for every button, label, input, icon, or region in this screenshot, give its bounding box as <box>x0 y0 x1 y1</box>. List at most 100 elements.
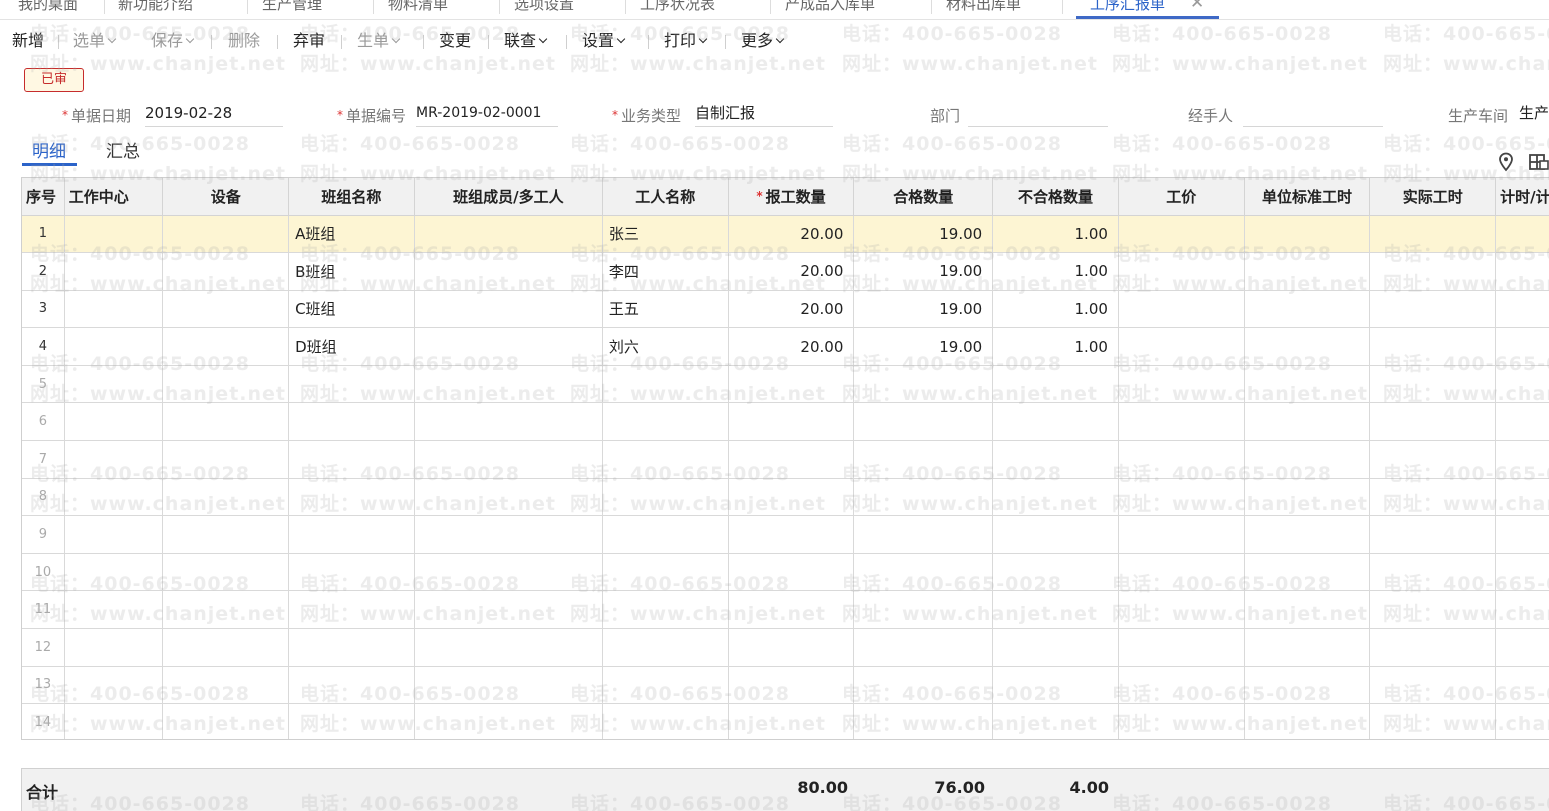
empty-cell[interactable] <box>288 666 415 705</box>
empty-cell[interactable] <box>1369 590 1497 630</box>
empty-cell[interactable] <box>1118 365 1245 404</box>
empty-cell[interactable] <box>64 703 164 739</box>
empty-cell[interactable] <box>162 590 290 630</box>
empty-cell[interactable] <box>853 590 994 630</box>
team-members-cell[interactable] <box>414 327 603 366</box>
empty-cell[interactable] <box>853 703 994 739</box>
work-center-cell[interactable] <box>64 215 164 254</box>
tab-production-management[interactable]: 生产管理 <box>262 0 322 16</box>
team-members-cell[interactable] <box>414 215 603 254</box>
empty-cell[interactable] <box>64 402 164 442</box>
empty-cell[interactable] <box>728 666 855 705</box>
empty-cell[interactable] <box>602 515 729 554</box>
timing-cell[interactable] <box>1495 327 1549 366</box>
empty-cell[interactable] <box>1118 628 1245 667</box>
worker-name-cell[interactable]: 王五 <box>602 290 729 329</box>
empty-cell[interactable] <box>1369 666 1497 705</box>
empty-cell[interactable] <box>162 365 290 404</box>
actual-hours-cell[interactable] <box>1369 290 1497 329</box>
std-hours-cell[interactable] <box>1244 252 1371 291</box>
empty-cell[interactable] <box>1495 440 1549 479</box>
empty-cell[interactable] <box>728 402 855 442</box>
empty-cell[interactable] <box>992 515 1119 554</box>
empty-cell[interactable] <box>728 553 855 592</box>
empty-cell[interactable] <box>1244 703 1371 739</box>
unqualified-qty-cell[interactable]: 1.00 <box>992 252 1119 291</box>
empty-cell[interactable] <box>602 440 729 479</box>
column-header[interactable]: 工人名称 <box>602 178 729 216</box>
empty-cell[interactable] <box>1369 553 1497 592</box>
empty-cell[interactable] <box>602 703 729 739</box>
empty-cell[interactable] <box>1118 553 1245 592</box>
empty-cell[interactable] <box>162 703 290 739</box>
table-row[interactable]: 7 <box>22 440 1549 479</box>
empty-cell[interactable] <box>728 515 855 554</box>
empty-cell[interactable] <box>64 440 164 479</box>
empty-cell[interactable] <box>992 365 1119 404</box>
equipment-cell[interactable] <box>162 290 290 329</box>
empty-cell[interactable] <box>602 402 729 442</box>
equipment-cell[interactable] <box>162 215 290 254</box>
empty-cell[interactable] <box>1495 478 1549 517</box>
empty-cell[interactable] <box>162 553 290 592</box>
work-center-cell[interactable] <box>64 252 164 291</box>
timing-cell[interactable] <box>1495 290 1549 329</box>
empty-cell[interactable] <box>1495 553 1549 592</box>
empty-cell[interactable] <box>728 628 855 667</box>
std-hours-cell[interactable] <box>1244 290 1371 329</box>
tab-detail[interactable]: 明细 <box>32 137 66 162</box>
empty-cell[interactable] <box>64 590 164 630</box>
empty-cell[interactable] <box>1369 628 1497 667</box>
tab-bill-of-materials[interactable]: 物料清单 <box>388 0 448 16</box>
empty-cell[interactable] <box>1118 666 1245 705</box>
empty-cell[interactable] <box>1244 478 1371 517</box>
empty-cell[interactable] <box>1118 590 1245 630</box>
empty-cell[interactable] <box>728 703 855 739</box>
business-type-field[interactable]: 自制汇报 <box>695 102 833 127</box>
table-row[interactable]: 2 B班组 李四 20.00 19.00 1.00 <box>22 252 1549 291</box>
equipment-cell[interactable] <box>162 327 290 366</box>
empty-cell[interactable] <box>1244 515 1371 554</box>
save-button[interactable]: 保存 <box>151 30 195 52</box>
worker-name-cell[interactable]: 刘六 <box>602 327 729 366</box>
empty-cell[interactable] <box>162 666 290 705</box>
actual-hours-cell[interactable] <box>1369 252 1497 291</box>
timing-cell[interactable] <box>1495 215 1549 254</box>
table-row[interactable]: 5 <box>22 365 1549 404</box>
empty-cell[interactable] <box>64 666 164 705</box>
unqualified-qty-cell[interactable]: 1.00 <box>992 215 1119 254</box>
empty-cell[interactable] <box>1244 553 1371 592</box>
empty-cell[interactable] <box>414 478 603 517</box>
new-button[interactable]: 新增 <box>12 30 44 52</box>
qualified-qty-cell[interactable]: 19.00 <box>853 290 994 329</box>
qualified-qty-cell[interactable]: 19.00 <box>853 327 994 366</box>
equipment-cell[interactable] <box>162 252 290 291</box>
worker-name-cell[interactable]: 李四 <box>602 252 729 291</box>
empty-cell[interactable] <box>1369 365 1497 404</box>
empty-cell[interactable] <box>853 628 994 667</box>
team-members-cell[interactable] <box>414 290 603 329</box>
column-header[interactable]: 设备 <box>162 178 290 216</box>
table-row[interactable]: 1 A班组 张三 20.00 19.00 1.00 <box>22 215 1549 254</box>
unqualified-qty-cell[interactable]: 1.00 <box>992 290 1119 329</box>
empty-cell[interactable] <box>602 553 729 592</box>
empty-cell[interactable] <box>1118 478 1245 517</box>
empty-cell[interactable] <box>1118 515 1245 554</box>
tab-finished-goods-receipt[interactable]: 产成品入库单 <box>785 0 875 16</box>
qualified-qty-cell[interactable]: 19.00 <box>853 252 994 291</box>
report-qty-cell[interactable]: 20.00 <box>728 252 855 291</box>
empty-cell[interactable] <box>992 440 1119 479</box>
column-header[interactable]: 计时/计 <box>1495 178 1549 216</box>
empty-cell[interactable] <box>162 478 290 517</box>
linked-query-button[interactable]: 联查 <box>504 30 548 52</box>
empty-cell[interactable] <box>1244 440 1371 479</box>
table-row[interactable]: 8 <box>22 478 1549 517</box>
empty-cell[interactable] <box>1495 515 1549 554</box>
team-name-cell[interactable]: A班组 <box>288 215 415 254</box>
empty-cell[interactable] <box>853 553 994 592</box>
change-button[interactable]: 变更 <box>439 30 471 52</box>
settings-button[interactable]: 设置 <box>582 30 626 52</box>
empty-cell[interactable] <box>602 628 729 667</box>
generate-document-button[interactable]: 生单 <box>357 30 401 52</box>
tab-material-issue[interactable]: 材料出库单 <box>946 0 1021 16</box>
